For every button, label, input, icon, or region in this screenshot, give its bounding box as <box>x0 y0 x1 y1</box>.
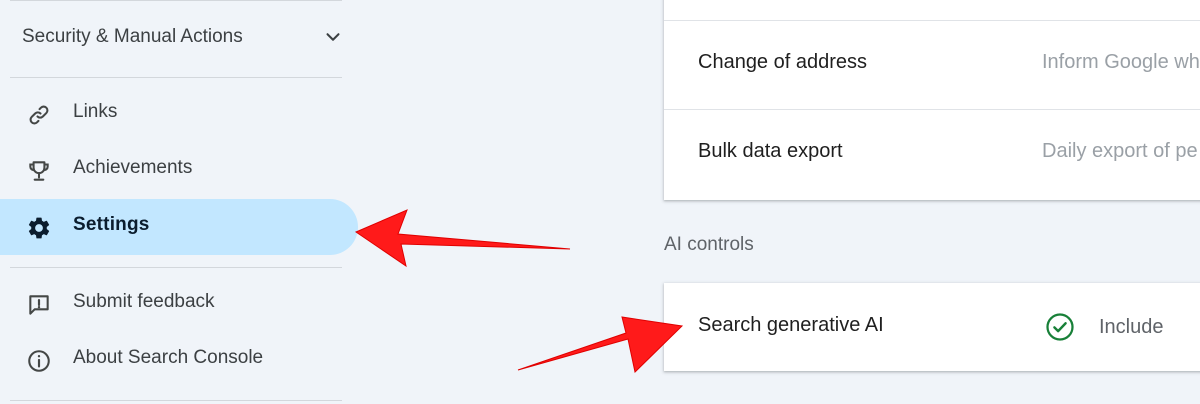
link-icon <box>26 102 52 128</box>
sidebar-divider <box>10 77 342 78</box>
sidebar-section-security[interactable]: Security & Manual Actions <box>0 12 350 62</box>
settings-row-change-of-address[interactable]: Change of address Inform Google wh <box>664 21 1200 109</box>
status-text: Include <box>1099 315 1164 338</box>
search-console-settings-screen: Security & Manual Actions Links Achievem… <box>0 0 1200 404</box>
row-description: Inform Google wh <box>1042 51 1200 73</box>
sidebar-item-label: Achievements <box>73 157 193 178</box>
ai-controls-heading: AI controls <box>664 234 754 255</box>
arrow-to-settings <box>354 209 571 268</box>
info-icon <box>26 348 52 374</box>
sidebar-item-label: Submit feedback <box>73 291 215 312</box>
sidebar-item-submit-feedback[interactable]: Submit feedback <box>0 276 358 332</box>
feedback-icon <box>26 292 52 318</box>
trophy-icon <box>26 158 52 184</box>
sidebar-section-label: Security & Manual Actions <box>22 26 243 47</box>
sidebar-divider <box>10 267 342 268</box>
settings-row-bulk-data-export[interactable]: Bulk data export Daily export of pe <box>664 110 1200 198</box>
sidebar-item-label: Settings <box>73 214 150 235</box>
sidebar-item-links[interactable]: Links <box>0 86 358 142</box>
sidebar-item-achievements[interactable]: Achievements <box>0 142 358 198</box>
ai-controls-card[interactable]: Search generative AI Include <box>664 283 1200 371</box>
row-label: Bulk data export <box>698 140 843 162</box>
check-circle-icon <box>1046 313 1074 341</box>
arrow-to-search-generative-ai <box>517 316 684 373</box>
sidebar-item-about[interactable]: About Search Console <box>0 332 358 388</box>
row-label: Search generative AI <box>698 314 884 336</box>
sidebar-item-label: Links <box>73 101 118 122</box>
ai-status: Include <box>1045 312 1164 342</box>
sidebar-item-settings[interactable]: Settings <box>0 199 358 255</box>
settings-card: Change of address Inform Google wh Bulk … <box>664 0 1200 200</box>
chevron-down-icon[interactable] <box>322 26 344 48</box>
gear-icon <box>26 215 52 241</box>
sidebar-divider <box>10 400 342 401</box>
row-label: Change of address <box>698 51 868 73</box>
sidebar-divider <box>10 0 342 1</box>
sidebar-item-label: About Search Console <box>73 347 264 368</box>
sidebar: Security & Manual Actions Links Achievem… <box>0 0 360 404</box>
row-description: Daily export of pe <box>1042 140 1198 162</box>
